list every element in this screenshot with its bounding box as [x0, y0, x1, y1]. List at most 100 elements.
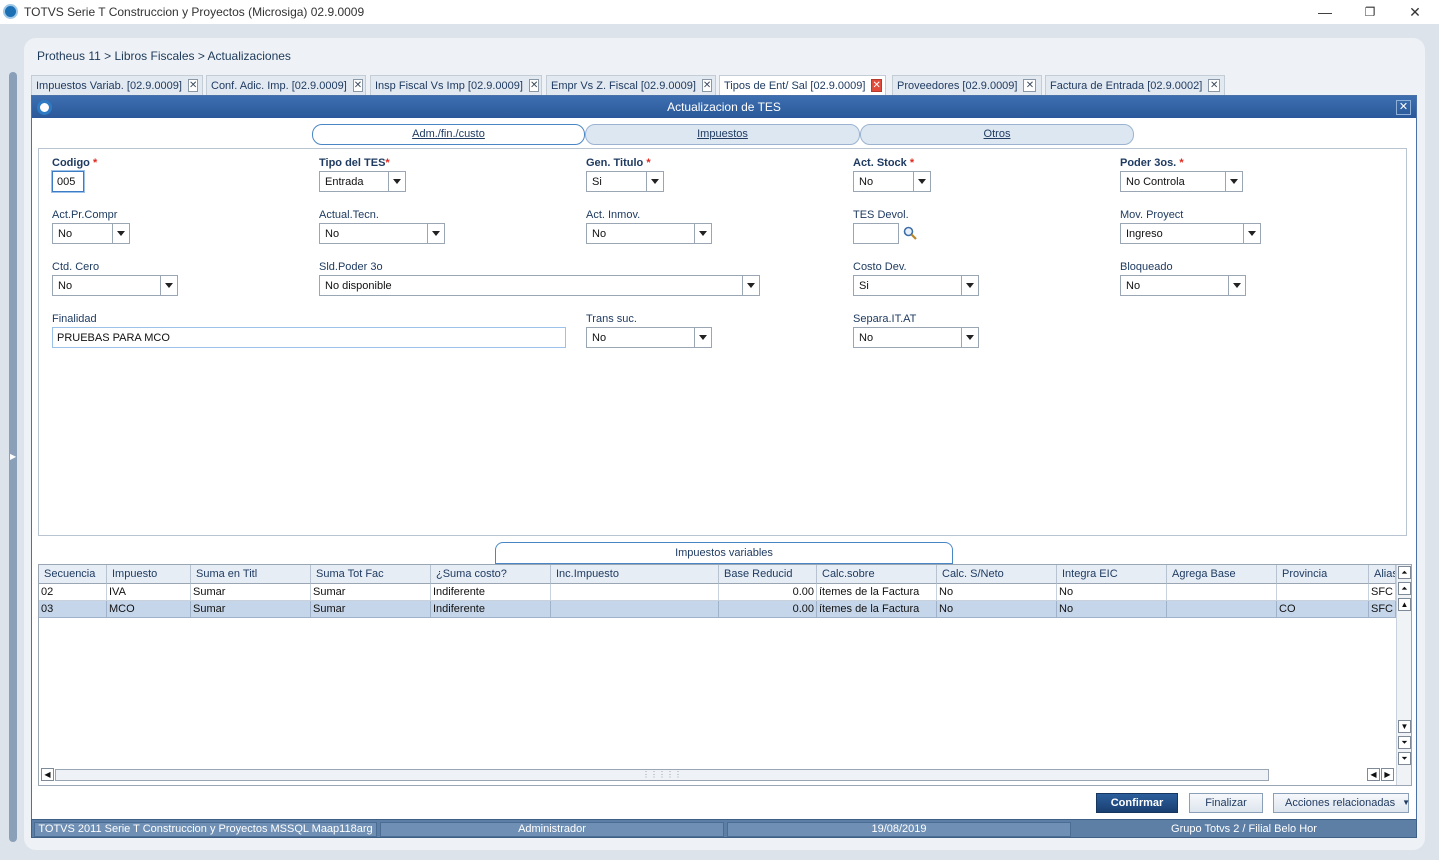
- scroll-thumb[interactable]: ⋮⋮⋮⋮⋮: [55, 769, 1269, 781]
- tab-empr-vs-z-fiscal[interactable]: Empr Vs Z. Fiscal [02.9.0009] ✕: [546, 75, 716, 95]
- column-header[interactable]: Suma en Titl: [191, 565, 311, 584]
- table-cell: SFC: [1369, 584, 1396, 601]
- column-header[interactable]: Integra EIC: [1057, 565, 1167, 584]
- status-date: 19/08/2019: [727, 822, 1071, 837]
- close-window-button[interactable]: ✕: [1400, 2, 1430, 22]
- folder-tab-adm-fin-custo[interactable]: Adm./fin./custo: [312, 124, 585, 145]
- costo-dev-select[interactable]: Si: [853, 275, 979, 296]
- table-cell: [1167, 584, 1277, 601]
- related-actions-button[interactable]: Acciones relacionadas ▼: [1273, 793, 1410, 813]
- breadcrumb: Protheus 11 > Libros Fiscales > Actualiz…: [37, 49, 291, 63]
- minimize-button[interactable]: —: [1310, 2, 1340, 22]
- table-cell: [1167, 601, 1277, 618]
- column-header[interactable]: Secuencia: [39, 565, 107, 584]
- trans-suc-select[interactable]: No: [586, 327, 712, 348]
- tab-close-icon[interactable]: ✕: [187, 79, 199, 92]
- tab-impuestos-variab[interactable]: Impuestos Variab. [02.9.0009] ✕: [31, 75, 203, 95]
- search-icon[interactable]: [903, 226, 917, 240]
- act-stock-select[interactable]: No: [853, 171, 931, 192]
- status-bar: TOTVS 2011 Serie T Construccion y Proyec…: [31, 819, 1417, 838]
- table-cell: Indiferente: [431, 601, 551, 618]
- tab-close-icon[interactable]: ✕: [352, 79, 364, 92]
- tab-close-icon[interactable]: ✕: [528, 79, 540, 92]
- restore-button[interactable]: ❐: [1355, 2, 1385, 22]
- column-header[interactable]: Alias: [1369, 565, 1396, 584]
- column-header[interactable]: Calc.sobre: [817, 565, 937, 584]
- tipo-tes-select[interactable]: Entrada: [319, 171, 406, 192]
- scroll-right-icon[interactable]: ▶: [1381, 768, 1394, 781]
- tab-proveedores[interactable]: Proveedores [02.9.0009] ✕: [892, 75, 1042, 95]
- table-cell: No: [937, 601, 1057, 618]
- chevron-down-icon: [1228, 276, 1245, 295]
- table-cell: [551, 584, 719, 601]
- chevron-down-icon: [694, 328, 711, 347]
- codigo-input[interactable]: 005: [52, 171, 84, 192]
- table-cell: CO: [1277, 601, 1369, 618]
- finalidad-label: Finalidad: [52, 313, 97, 325]
- grid-title-tab[interactable]: Impuestos variables: [495, 542, 953, 564]
- table-cell: MCO: [107, 601, 191, 618]
- window-title: TOTVS Serie T Construccion y Proyectos (…: [24, 5, 365, 19]
- tes-devol-input[interactable]: [853, 223, 899, 244]
- mov-proyect-select[interactable]: Ingreso: [1120, 223, 1261, 244]
- folder-tab-impuestos[interactable]: Impuestos: [585, 124, 860, 145]
- table-row-selected[interactable]: 03 MCO Sumar Sumar Indiferente 0.00 ítem…: [39, 601, 1396, 618]
- ctd-cero-select[interactable]: No: [52, 275, 178, 296]
- tab-close-icon[interactable]: ✕: [701, 79, 713, 92]
- column-header[interactable]: Suma Tot Fac: [311, 565, 431, 584]
- act-pr-compr-select[interactable]: No: [52, 223, 130, 244]
- tab-conf-adic-imp[interactable]: Conf. Adic. Imp. [02.9.0009] ✕: [206, 75, 366, 95]
- scroll-page-up-icon[interactable]: ⏶: [1398, 582, 1411, 595]
- scroll-page-down-icon[interactable]: ⏷: [1398, 736, 1411, 749]
- column-header[interactable]: ¿Suma costo?: [431, 565, 551, 584]
- vertical-scrollbar[interactable]: ⏶ ⏶ ▲ ▼ ⏷ ⏷: [1396, 565, 1411, 785]
- tab-close-icon[interactable]: ✕: [1023, 79, 1037, 92]
- chevron-down-icon: [646, 172, 663, 191]
- column-header[interactable]: Provincia: [1277, 565, 1369, 584]
- scroll-up-icon[interactable]: ▲: [1398, 598, 1411, 611]
- table-cell: Sumar: [191, 601, 311, 618]
- tab-close-icon[interactable]: ✕: [871, 79, 882, 92]
- finalidad-input[interactable]: PRUEBAS PARA MCO: [52, 327, 566, 348]
- finish-button[interactable]: Finalizar: [1189, 793, 1263, 813]
- gen-titulo-select[interactable]: Si: [586, 171, 664, 192]
- table-cell: 0.00: [719, 584, 817, 601]
- act-inmov-select[interactable]: No: [586, 223, 712, 244]
- table-row[interactable]: 02 IVA Sumar Sumar Indiferente 0.00 ítem…: [39, 584, 1396, 601]
- column-header[interactable]: Base Reducid: [719, 565, 817, 584]
- gen-titulo-label: Gen. Titulo *: [586, 157, 651, 169]
- sld-poder-3o-select[interactable]: No disponible: [319, 275, 760, 296]
- tab-tipos-ent-sal[interactable]: Tipos de Ent/ Sal [02.9.0009] ✕: [719, 75, 886, 95]
- tab-label: Empr Vs Z. Fiscal [02.9.0009]: [551, 79, 696, 92]
- scroll-left-end-icon[interactable]: ◀: [1367, 768, 1380, 781]
- separa-it-at-label: Separa.IT.AT: [853, 313, 917, 325]
- table-cell: Sumar: [191, 584, 311, 601]
- scroll-down-icon[interactable]: ▼: [1398, 720, 1411, 733]
- separa-it-at-select[interactable]: No: [853, 327, 979, 348]
- tab-close-icon[interactable]: ✕: [1208, 79, 1220, 92]
- table-cell: Sumar: [311, 601, 431, 618]
- poder-3os-select[interactable]: No Controla: [1120, 171, 1243, 192]
- act-stock-label: Act. Stock *: [853, 157, 915, 169]
- tab-factura-entrada[interactable]: Factura de Entrada [02.9.0002] ✕: [1045, 75, 1225, 95]
- column-header[interactable]: Impuesto: [107, 565, 191, 584]
- mov-proyect-label: Mov. Proyect: [1120, 209, 1184, 221]
- bloqueado-select[interactable]: No: [1120, 275, 1246, 296]
- column-header[interactable]: Inc.Impuesto: [551, 565, 719, 584]
- chevron-down-icon: [694, 224, 711, 243]
- table-cell: [551, 601, 719, 618]
- table-cell: 02: [39, 584, 107, 601]
- horizontal-scrollbar[interactable]: ◀ ⋮⋮⋮⋮⋮ ◀ ▶: [41, 768, 1396, 782]
- scroll-bottom-icon[interactable]: ⏷: [1398, 752, 1411, 765]
- scroll-left-icon[interactable]: ◀: [41, 768, 54, 781]
- column-header[interactable]: Calc. S/Neto: [937, 565, 1057, 584]
- table-cell: 0.00: [719, 601, 817, 618]
- chevron-down-icon: [1243, 224, 1260, 243]
- tab-insp-fiscal[interactable]: Insp Fiscal Vs Imp [02.9.0009] ✕: [370, 75, 542, 95]
- column-header[interactable]: Agrega Base: [1167, 565, 1277, 584]
- scroll-top-icon[interactable]: ⏶: [1398, 566, 1411, 579]
- folder-tab-otros[interactable]: Otros: [860, 124, 1134, 145]
- dialog-close-button[interactable]: ✕: [1396, 100, 1411, 115]
- actual-tecn-select[interactable]: No: [319, 223, 445, 244]
- confirm-button[interactable]: Confirmar: [1096, 793, 1178, 813]
